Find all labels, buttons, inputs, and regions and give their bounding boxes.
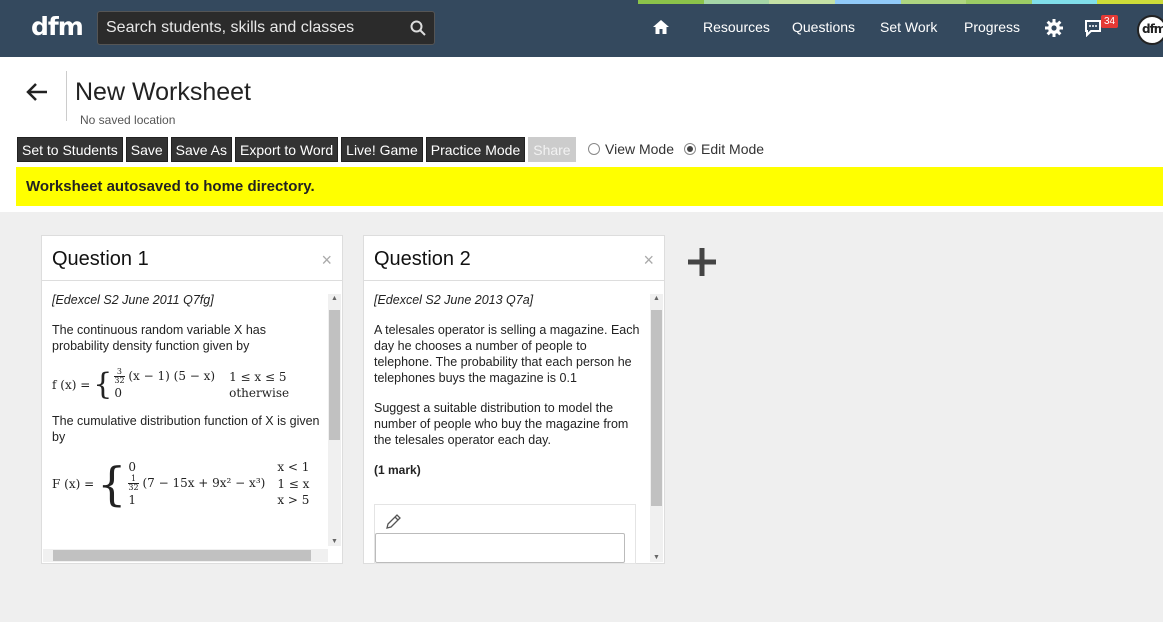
answer-input[interactable] — [375, 533, 625, 563]
back-arrow-icon[interactable] — [26, 82, 48, 102]
add-question-icon[interactable] — [686, 246, 718, 278]
nav-resources[interactable]: Resources — [703, 19, 770, 35]
pdf-case1-expr: (x − 1) (5 − x) — [128, 369, 216, 383]
cdf-case3-expr: 1 — [128, 493, 137, 507]
pdf-case1-cond: 1 ≤ x ≤ 5 — [229, 369, 287, 384]
scroll-down-icon[interactable]: ▼ — [331, 538, 338, 545]
notification-badge: 34 — [1101, 15, 1119, 28]
dfm-logo[interactable]: dfm — [31, 12, 84, 41]
horizontal-scrollbar[interactable] — [43, 549, 328, 562]
cdf-case2-expr: (7 − 15x + 9x² − x³) — [142, 476, 266, 490]
scroll-up-icon[interactable]: ▲ — [653, 295, 660, 302]
question-card-2: Question 2 × [Edexcel S2 June 2013 Q7a] … — [363, 235, 665, 564]
cdf-case1-expr: 0 — [128, 460, 137, 474]
cdf-case1-cond: x < 1 — [277, 460, 310, 474]
question-title: Question 1 — [52, 248, 149, 270]
close-icon[interactable]: × — [643, 250, 654, 271]
question-card-1: Question 1 × [Edexcel S2 June 2011 Q7fg]… — [41, 235, 343, 564]
fraction: 1 32 — [128, 474, 139, 492]
marks-label: (1 mark) — [374, 463, 421, 477]
scroll-up-icon[interactable]: ▲ — [331, 295, 338, 302]
question-text-2: The cumulative distribution function of … — [52, 414, 320, 444]
live-game-button[interactable]: Live! Game — [341, 137, 423, 162]
toolbar: Set to Students Save Save As Export to W… — [17, 137, 576, 162]
color-stripes — [638, 0, 1163, 4]
brace: { — [97, 456, 127, 511]
nav-set-work[interactable]: Set Work — [880, 19, 937, 35]
brace: { — [93, 366, 113, 402]
vertical-scrollbar[interactable]: ▲ ▼ — [328, 294, 341, 546]
search-icon[interactable] — [410, 20, 426, 36]
scrollbar-thumb[interactable] — [329, 310, 340, 440]
autosave-banner: Worksheet autosaved to home directory. — [16, 167, 1163, 206]
scroll-down-icon[interactable]: ▼ — [653, 554, 660, 561]
pencil-icon[interactable] — [384, 513, 402, 531]
card-divider — [364, 280, 664, 281]
pdf-case2-cond: otherwise — [229, 386, 290, 400]
fraction: 3 32 — [114, 367, 125, 385]
nav-progress[interactable]: Progress — [964, 19, 1020, 35]
practice-mode-button[interactable]: Practice Mode — [425, 137, 526, 162]
edit-mode-label: Edit Mode — [701, 141, 765, 157]
question-text-2: Suggest a suitable distribution to model… — [374, 401, 629, 447]
cdf-case2-cond: 1 ≤ x — [277, 476, 310, 491]
avatar[interactable]: dfm — [1137, 15, 1163, 45]
share-button[interactable]: Share — [528, 137, 576, 162]
scrollbar-thumb[interactable] — [651, 310, 662, 506]
edit-mode-option[interactable]: Edit Mode — [684, 141, 764, 157]
set-to-students-button[interactable]: Set to Students — [17, 137, 123, 162]
view-mode-label: View Mode — [605, 141, 675, 157]
close-icon[interactable]: × — [321, 250, 332, 271]
question-text: A telesales operator is selling a magazi… — [374, 323, 640, 385]
cdf-case3-cond: x > 5 — [277, 493, 310, 507]
export-to-word-button[interactable]: Export to Word — [235, 137, 339, 162]
card-divider — [42, 280, 342, 281]
question-title: Question 2 — [374, 248, 471, 270]
nav-questions[interactable]: Questions — [792, 19, 855, 35]
save-button[interactable]: Save — [125, 137, 168, 162]
scrollbar-thumb[interactable] — [53, 550, 311, 561]
cdf-lhs: F (x) = — [52, 476, 95, 491]
edit-mode-radio[interactable] — [684, 143, 697, 156]
question-text: The continuous random variable X has pro… — [52, 323, 267, 353]
divider — [66, 71, 67, 121]
worksheet-header: New Worksheet No saved location Set to S… — [0, 57, 1163, 212]
pdf-formula: f (x) = { 3 32 (x − 1) (5 − x) 1 ≤ x ≤ 5 … — [52, 368, 322, 401]
search-input[interactable] — [98, 12, 398, 44]
mode-selector: View Mode Edit Mode — [588, 141, 764, 157]
question-source: [Edexcel S2 June 2011 Q7fg] — [52, 293, 214, 307]
save-as-button[interactable]: Save As — [170, 137, 233, 162]
chat-icon[interactable] — [1084, 19, 1102, 37]
cdf-formula: F (x) = { 0 x < 1 1 32 (7 − 15x + 9x² − x… — [52, 459, 322, 508]
home-icon[interactable] — [652, 19, 670, 35]
gear-icon[interactable] — [1044, 18, 1064, 38]
pdf-lhs: f (x) = — [52, 377, 91, 392]
question-content: [Edexcel S2 June 2011 Q7fg] The continuo… — [52, 292, 322, 542]
search-box[interactable] — [97, 11, 435, 45]
question-source: [Edexcel S2 June 2013 Q7a] — [374, 293, 534, 307]
page-title: New Worksheet — [75, 78, 251, 106]
top-nav: dfm Resources Questions Set Work Progres… — [0, 0, 1163, 57]
view-mode-option[interactable]: View Mode — [588, 141, 674, 157]
pdf-case2-expr: 0 — [114, 386, 122, 400]
vertical-scrollbar[interactable]: ▲ ▼ — [650, 294, 663, 562]
save-location: No saved location — [80, 113, 176, 127]
view-mode-radio[interactable] — [588, 143, 600, 156]
